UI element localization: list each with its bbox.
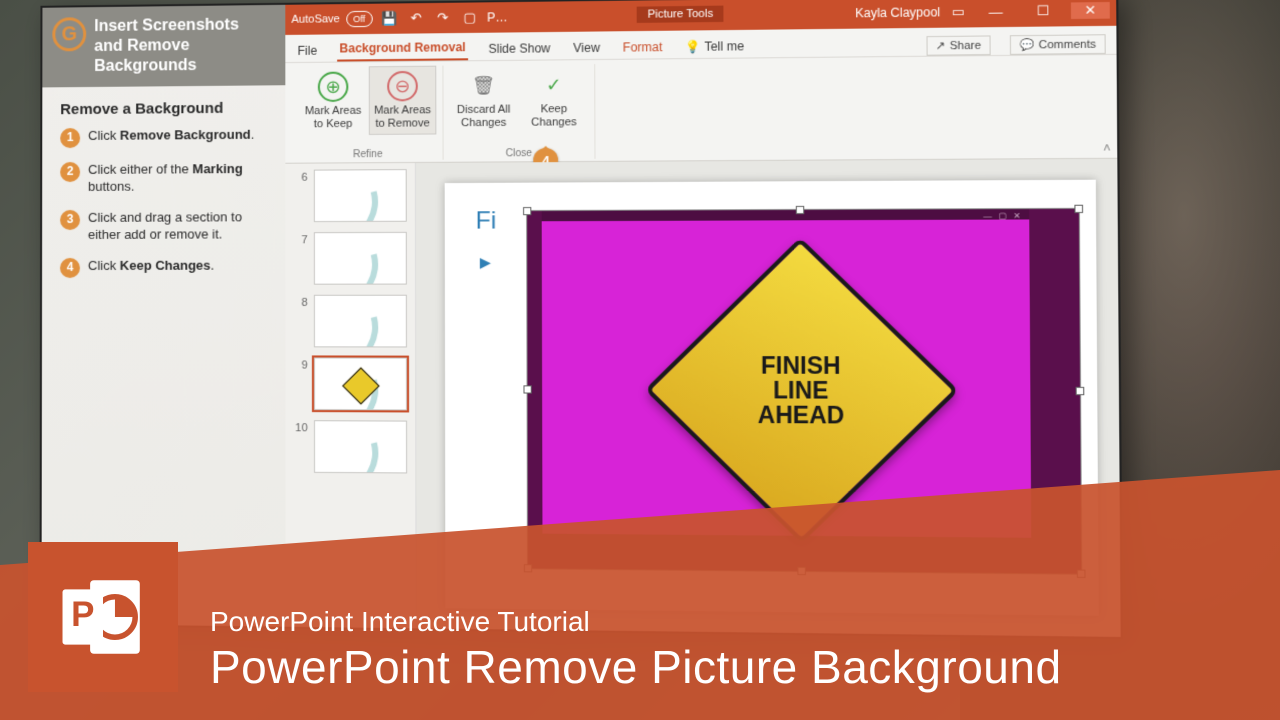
ribbon-group-close: 🗑 Discard All Changes ✓ Keep Changes Clo… <box>443 64 595 160</box>
selected-picture[interactable]: — ▢ ✕ FINISHLINEAHEAD <box>527 209 1081 574</box>
tab-slideshow[interactable]: Slide Show <box>486 37 552 60</box>
ribbon-group-refine: ⊕ Mark Areas to Keep ⊖ Mark Areas to Rem… <box>293 66 443 161</box>
autosave-toggle[interactable]: AutoSave Off <box>291 11 372 28</box>
ribbon: ⊕ Mark Areas to Keep ⊖ Mark Areas to Rem… <box>285 55 1117 164</box>
ribbon-options-icon[interactable]: ▭ <box>949 3 968 22</box>
bullet-icon: ▶ <box>480 254 491 271</box>
trash-icon: 🗑 <box>468 70 499 101</box>
group-label-refine: Refine <box>353 147 383 160</box>
sidebar-section-title: Remove a Background <box>60 99 267 118</box>
step-number: 3 <box>60 210 80 230</box>
collapse-ribbon-icon[interactable]: ˄ <box>1103 141 1111 156</box>
step-number: 1 <box>60 128 80 148</box>
undo-icon[interactable]: ↶ <box>407 9 425 27</box>
check-icon: ✓ <box>538 69 569 100</box>
doc-name: P… <box>487 10 508 24</box>
step-number: 4 <box>60 258 80 278</box>
save-icon[interactable]: 💾 <box>380 9 398 27</box>
tutorial-step: 1 Click Remove Background. <box>60 127 267 148</box>
tutorial-sidebar: G Insert Screenshots and Remove Backgrou… <box>42 5 286 627</box>
thumb-10[interactable] <box>314 420 407 473</box>
step-text: Click and drag a section to either add o… <box>88 209 267 244</box>
discard-all-changes-button[interactable]: 🗑 Discard All Changes <box>450 65 518 135</box>
sidebar-header: G Insert Screenshots and Remove Backgrou… <box>42 5 285 88</box>
slide: Fi ▶ — ▢ ✕ FINISHLINEAHEAD <box>445 180 1099 616</box>
redo-icon[interactable]: ↷ <box>434 9 452 27</box>
minimize-button[interactable]: — <box>976 4 1015 20</box>
step-text: Click Keep Changes. <box>88 257 267 277</box>
start-slideshow-icon[interactable]: ▢ <box>460 9 479 27</box>
contextual-tab-label: Picture Tools <box>637 6 724 23</box>
close-button[interactable]: ✕ <box>1071 2 1110 19</box>
keep-changes-button[interactable]: ✓ Keep Changes <box>520 64 589 134</box>
tab-view[interactable]: View <box>571 37 602 60</box>
tutorial-step: 4 Click Keep Changes. <box>60 257 267 277</box>
user-name: Kayla Claypool <box>855 5 940 20</box>
tutorial-step: 3 Click and drag a section to either add … <box>60 209 267 244</box>
tutorial-step: 2 Click either of the Marking buttons. <box>60 161 267 196</box>
slide-thumbnails-panel[interactable]: 6 7 8 9 10 <box>285 163 416 628</box>
mark-areas-to-keep-button[interactable]: ⊕ Mark Areas to Keep <box>300 66 367 135</box>
tab-format[interactable]: Format <box>621 36 665 59</box>
comments-button[interactable]: 💬 Comments <box>1010 34 1106 55</box>
thumb-9[interactable] <box>314 357 407 410</box>
powerpoint-window: AutoSave Off 💾 ↶ ↷ ▢ P… Picture Tools Ka… <box>285 0 1120 637</box>
slide-canvas[interactable]: Fi ▶ — ▢ ✕ FINISHLINEAHEAD <box>416 159 1121 637</box>
group-label-close: Close <box>506 146 532 159</box>
sidebar-title: Insert Screenshots and Remove Background… <box>94 16 239 75</box>
tab-background-removal[interactable]: Background Removal <box>337 36 467 62</box>
brand-logo: G <box>52 17 86 51</box>
share-button[interactable]: ↗ Share <box>926 35 991 55</box>
step-text: Click either of the Marking buttons. <box>88 161 267 196</box>
step-text: Click Remove Background. <box>88 127 267 148</box>
monitor-frame: G Insert Screenshots and Remove Backgrou… <box>40 0 1123 639</box>
maximize-button[interactable]: ☐ <box>1024 3 1063 20</box>
tell-me-search[interactable]: 💡 Tell me <box>683 35 746 58</box>
step-number: 2 <box>60 162 80 182</box>
tab-file[interactable]: File <box>295 40 319 62</box>
thumb-7[interactable] <box>314 232 407 285</box>
mark-areas-to-remove-button[interactable]: ⊖ Mark Areas to Remove <box>369 66 437 136</box>
thumb-6[interactable] <box>314 169 407 222</box>
thumb-8[interactable] <box>314 295 407 348</box>
